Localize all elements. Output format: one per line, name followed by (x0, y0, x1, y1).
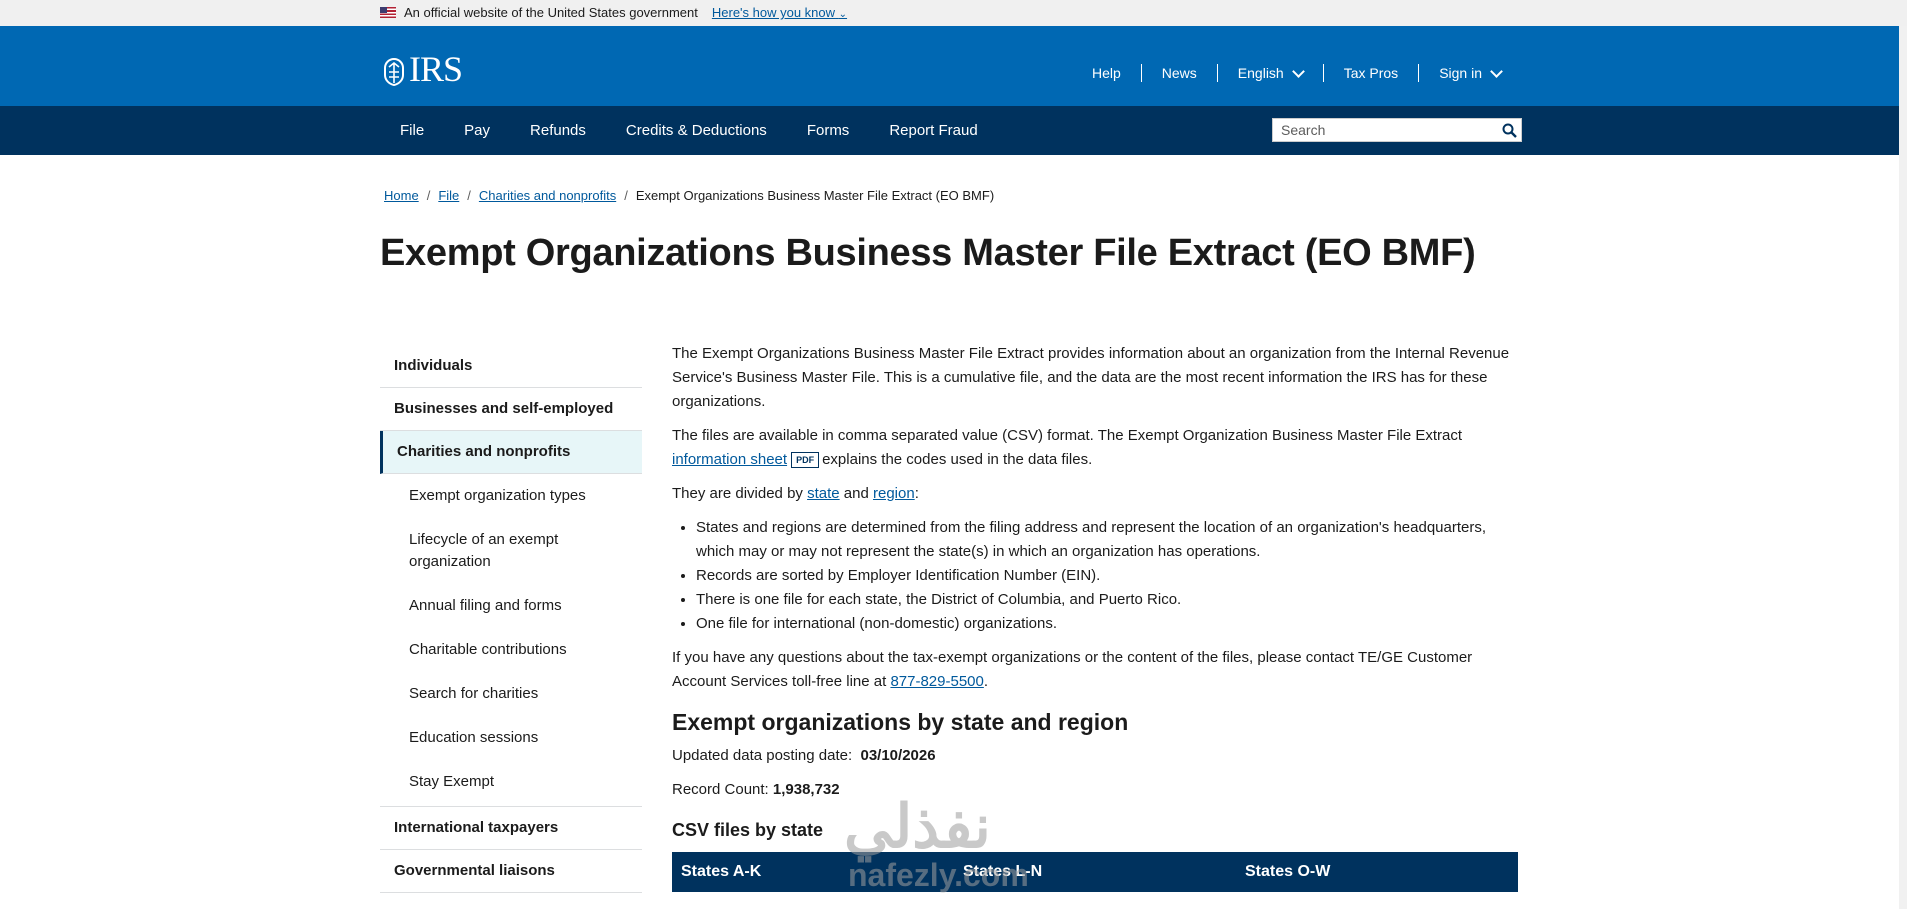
sidebar-subitem-stay-exempt[interactable]: Stay Exempt (380, 760, 642, 804)
breadcrumb-file[interactable]: File (438, 188, 459, 203)
page-title: Exempt Organizations Business Master Fil… (380, 232, 1476, 274)
phone-link[interactable]: 877-829-5500 (890, 673, 983, 690)
main-content: The Exempt Organizations Business Master… (672, 342, 1518, 892)
search-button[interactable] (1497, 119, 1521, 141)
intro-paragraph: The Exempt Organizations Business Master… (672, 345, 1510, 410)
contact-paragraph: If you have any questions about the tax-… (672, 649, 1473, 690)
nav-item-refunds[interactable]: Refunds (510, 106, 606, 155)
pdf-badge: PDF (791, 452, 820, 469)
scrollbar[interactable] (1899, 26, 1907, 909)
gov-banner-text: An official website of the United States… (404, 5, 698, 20)
chevron-down-icon (1291, 64, 1305, 78)
sidebar-subitem-annual-filing[interactable]: Annual filing and forms (380, 584, 642, 628)
sidebar-item-individuals[interactable]: Individuals (380, 345, 642, 388)
search-input[interactable] (1273, 120, 1497, 140)
breadcrumb-current: Exempt Organizations Business Master Fil… (635, 188, 995, 203)
tax-pros-link[interactable]: Tax Pros (1322, 64, 1418, 82)
nav-item-report-fraud[interactable]: Report Fraud (869, 106, 997, 155)
us-flag-icon (380, 7, 396, 18)
nav-item-forms[interactable]: Forms (787, 106, 870, 155)
sidebar-item-charities[interactable]: Charities and nonprofits (380, 431, 642, 474)
help-link[interactable]: Help (1072, 64, 1141, 82)
main-nav: File Pay Refunds Credits & Deductions Fo… (0, 106, 1907, 155)
information-sheet-link[interactable]: information sheet (672, 451, 787, 468)
list-item: One file for international (non-domestic… (696, 612, 1517, 636)
nav-item-file[interactable]: File (380, 106, 444, 155)
nav-item-credits-deductions[interactable]: Credits & Deductions (606, 106, 787, 155)
irs-logo[interactable]: IRS (381, 48, 463, 90)
state-link[interactable]: state (807, 485, 840, 502)
breadcrumb-separator: / (467, 188, 471, 203)
sidebar-item-governmental[interactable]: Governmental liaisons (380, 850, 642, 893)
gov-banner: An official website of the United States… (0, 0, 1907, 26)
sign-in-dropdown[interactable]: Sign in (1418, 64, 1521, 82)
csv-table-header: States A-K States L-N States O-W (672, 852, 1518, 892)
csv-heading: CSV files by state (672, 820, 824, 840)
sidebar-subitem-lifecycle[interactable]: Lifecycle of an exempt organization (380, 518, 642, 584)
eagle-logo-icon (381, 54, 407, 87)
divided-paragraph: They are divided by state and region: (672, 485, 919, 502)
updated-date: Updated data posting date: 03/10/2026 (672, 747, 936, 764)
breadcrumb: Home / File / Charities and nonprofits /… (384, 188, 994, 203)
sidebar-subitem-contributions[interactable]: Charitable contributions (380, 628, 642, 672)
watermark: نفذلي nafezly.com (844, 793, 1029, 894)
sidebar-subitem-org-types[interactable]: Exempt organization types (380, 474, 642, 518)
language-dropdown[interactable]: English (1216, 64, 1323, 82)
site-header: IRS Help News English Tax Pros Sign in (0, 26, 1907, 106)
info-list: States and regions are determined from t… (672, 516, 1517, 636)
news-link[interactable]: News (1140, 64, 1217, 82)
sidebar-subgroup: Exempt organization types Lifecycle of a… (380, 474, 642, 807)
sidebar-subitem-search-charities[interactable]: Search for charities (380, 672, 642, 716)
record-count: Record Count: 1,938,732 (672, 781, 840, 798)
chevron-down-icon (1490, 64, 1503, 78)
utility-nav: Help News English Tax Pros Sign in (1072, 64, 1521, 82)
sidebar-subitem-education[interactable]: Education sessions (380, 716, 642, 760)
list-item: There is one file for each state, the Di… (696, 588, 1517, 612)
breadcrumb-separator: / (426, 188, 431, 203)
logo-text: IRS (409, 49, 463, 89)
table-header-cell: States O-W (1245, 863, 1331, 880)
list-item: Records are sorted by Employer Identific… (696, 564, 1517, 588)
side-nav: Individuals Businesses and self-employed… (380, 345, 642, 893)
heres-how-you-know-link[interactable]: Here's how you know ⌄ (712, 5, 847, 20)
section-heading: Exempt organizations by state and region (672, 709, 1129, 735)
search-box (1272, 118, 1522, 142)
search-icon (1502, 123, 1517, 138)
list-item: States and regions are determined from t… (696, 516, 1517, 564)
breadcrumb-charities[interactable]: Charities and nonprofits (479, 188, 616, 203)
nav-item-pay[interactable]: Pay (444, 106, 510, 155)
format-paragraph: The files are available in comma separat… (672, 427, 1463, 469)
breadcrumb-home[interactable]: Home (384, 188, 419, 203)
sidebar-item-international[interactable]: International taxpayers (380, 807, 642, 850)
breadcrumb-separator: / (624, 188, 628, 203)
sidebar-item-businesses[interactable]: Businesses and self-employed (380, 388, 642, 431)
region-link[interactable]: region (873, 485, 915, 502)
